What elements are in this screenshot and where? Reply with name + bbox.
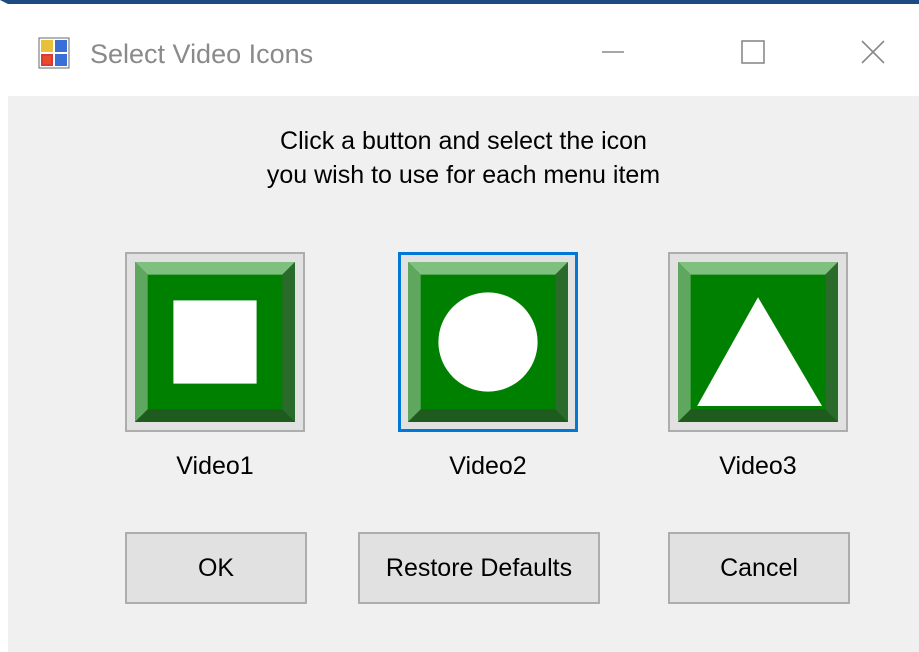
video1-label: Video1 [176,452,254,480]
window-edge-accent-green [0,229,3,652]
instructions-line-2: you wish to use for each menu item [266,161,661,189]
app-icon [38,37,70,69]
triangle-icon [678,262,838,422]
maximize-icon [741,40,765,64]
video2-label: Video2 [449,452,527,480]
dialog-window: Select Video Icons Click a button and se… [0,0,919,652]
maximize-button[interactable] [723,26,783,78]
ok-button[interactable]: OK [125,532,307,604]
close-icon [861,40,885,64]
title-bar[interactable]: Select Video Icons [8,4,919,96]
window-edge-accent [0,4,3,224]
instructions-text: Click a button and select the icon you w… [8,124,919,192]
video2-icon-button[interactable] [398,252,578,432]
video1-icon-button[interactable] [125,252,305,432]
minimize-icon [602,51,624,53]
window-title: Select Video Icons [90,39,314,69]
cancel-button[interactable]: Cancel [668,532,850,604]
circle-icon [408,262,568,422]
restore-defaults-button[interactable]: Restore Defaults [358,532,600,604]
square-icon [135,262,295,422]
close-button[interactable] [843,26,903,78]
video3-label: Video3 [719,452,797,480]
video3-icon-button[interactable] [668,252,848,432]
minimize-button[interactable] [583,26,643,78]
instructions-line-1: Click a button and select the icon [280,127,647,155]
